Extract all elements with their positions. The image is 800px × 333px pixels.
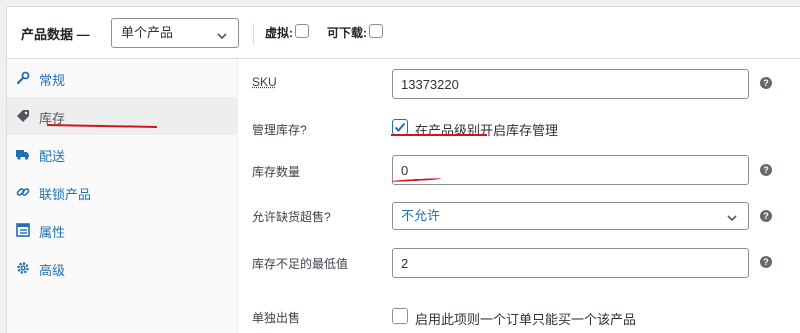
manage-stock-checkbox[interactable] xyxy=(392,119,408,135)
sku-help-icon[interactable]: ? xyxy=(760,77,772,89)
product-data-header: 产品数据 — 单个产品 虚拟: 可下载: xyxy=(7,7,800,59)
tab-inventory[interactable]: 库存 xyxy=(7,97,238,135)
tab-general[interactable]: 常规 xyxy=(7,59,238,97)
manage-stock-checkbox-label: 在产品级别开启库存管理 xyxy=(415,123,559,138)
low-stock-input[interactable]: 2 xyxy=(392,248,749,278)
link-icon xyxy=(16,185,30,199)
sold-individually-label: 单独出售 xyxy=(252,311,301,325)
tab-advanced-label: 高级 xyxy=(39,263,66,278)
downloadable-label: 可下载: xyxy=(327,26,367,40)
sold-individually-checkbox[interactable] xyxy=(392,308,408,324)
truck-icon xyxy=(16,147,30,161)
backorders-select[interactable]: 不允许 xyxy=(392,202,749,230)
sold-individually-checkbox-label: 启用此项则一个订单只能买一个该产品 xyxy=(415,312,637,327)
stock-qty-value: 0 xyxy=(401,163,409,178)
stock-qty-input[interactable]: 0 xyxy=(392,155,749,185)
tab-shipping[interactable]: 配送 xyxy=(7,135,238,173)
low-stock-value: 2 xyxy=(401,256,409,271)
low-stock-label: 库存不足的最低值 xyxy=(252,257,349,271)
chevron-down-icon xyxy=(216,24,228,40)
product-data-title: 产品数据 — xyxy=(21,27,90,42)
stock-qty-label: 库存数量 xyxy=(252,165,301,179)
tab-advanced[interactable]: 高级 xyxy=(7,249,238,287)
gear-icon xyxy=(16,261,30,275)
downloadable-checkbox[interactable] xyxy=(369,24,383,38)
header-divider xyxy=(253,23,254,45)
sku-label: SKU xyxy=(252,75,277,89)
checkmark-icon xyxy=(394,122,406,132)
tab-general-label: 常规 xyxy=(39,73,66,88)
low-stock-help-icon[interactable]: ? xyxy=(760,256,772,268)
backorders-value: 不允许 xyxy=(401,208,441,223)
annotation-underline-manage-stock xyxy=(391,134,487,136)
backorders-label: 允许缺货超售? xyxy=(252,210,331,224)
tab-linked-products-label: 联锁产品 xyxy=(39,187,92,202)
stock-qty-help-icon[interactable]: ? xyxy=(760,164,772,176)
chevron-down-icon xyxy=(726,207,738,222)
tag-icon xyxy=(16,109,30,123)
sku-value: 13373220 xyxy=(401,77,459,92)
virtual-label: 虚拟: xyxy=(265,26,293,40)
product-data-tabs: 常规 库存 配送 联锁产品 属性 高级 xyxy=(7,59,238,333)
table-icon xyxy=(16,223,30,237)
backorders-help-icon[interactable]: ? xyxy=(760,210,772,222)
product-type-select[interactable]: 单个产品 xyxy=(111,18,239,48)
manage-stock-label: 管理库存? xyxy=(252,123,307,137)
sku-input[interactable]: 13373220 xyxy=(392,69,749,99)
product-data-panel: 产品数据 — 单个产品 虚拟: 可下载: 常规 库存 配送 联锁产品 属性 高级… xyxy=(6,6,800,333)
tab-attributes[interactable]: 属性 xyxy=(7,211,238,249)
tab-shipping-label: 配送 xyxy=(39,149,66,164)
virtual-checkbox[interactable] xyxy=(295,24,309,38)
wrench-icon xyxy=(16,71,30,85)
tab-linked-products[interactable]: 联锁产品 xyxy=(7,173,238,211)
tab-attributes-label: 属性 xyxy=(39,225,66,240)
product-type-value: 单个产品 xyxy=(121,25,174,40)
